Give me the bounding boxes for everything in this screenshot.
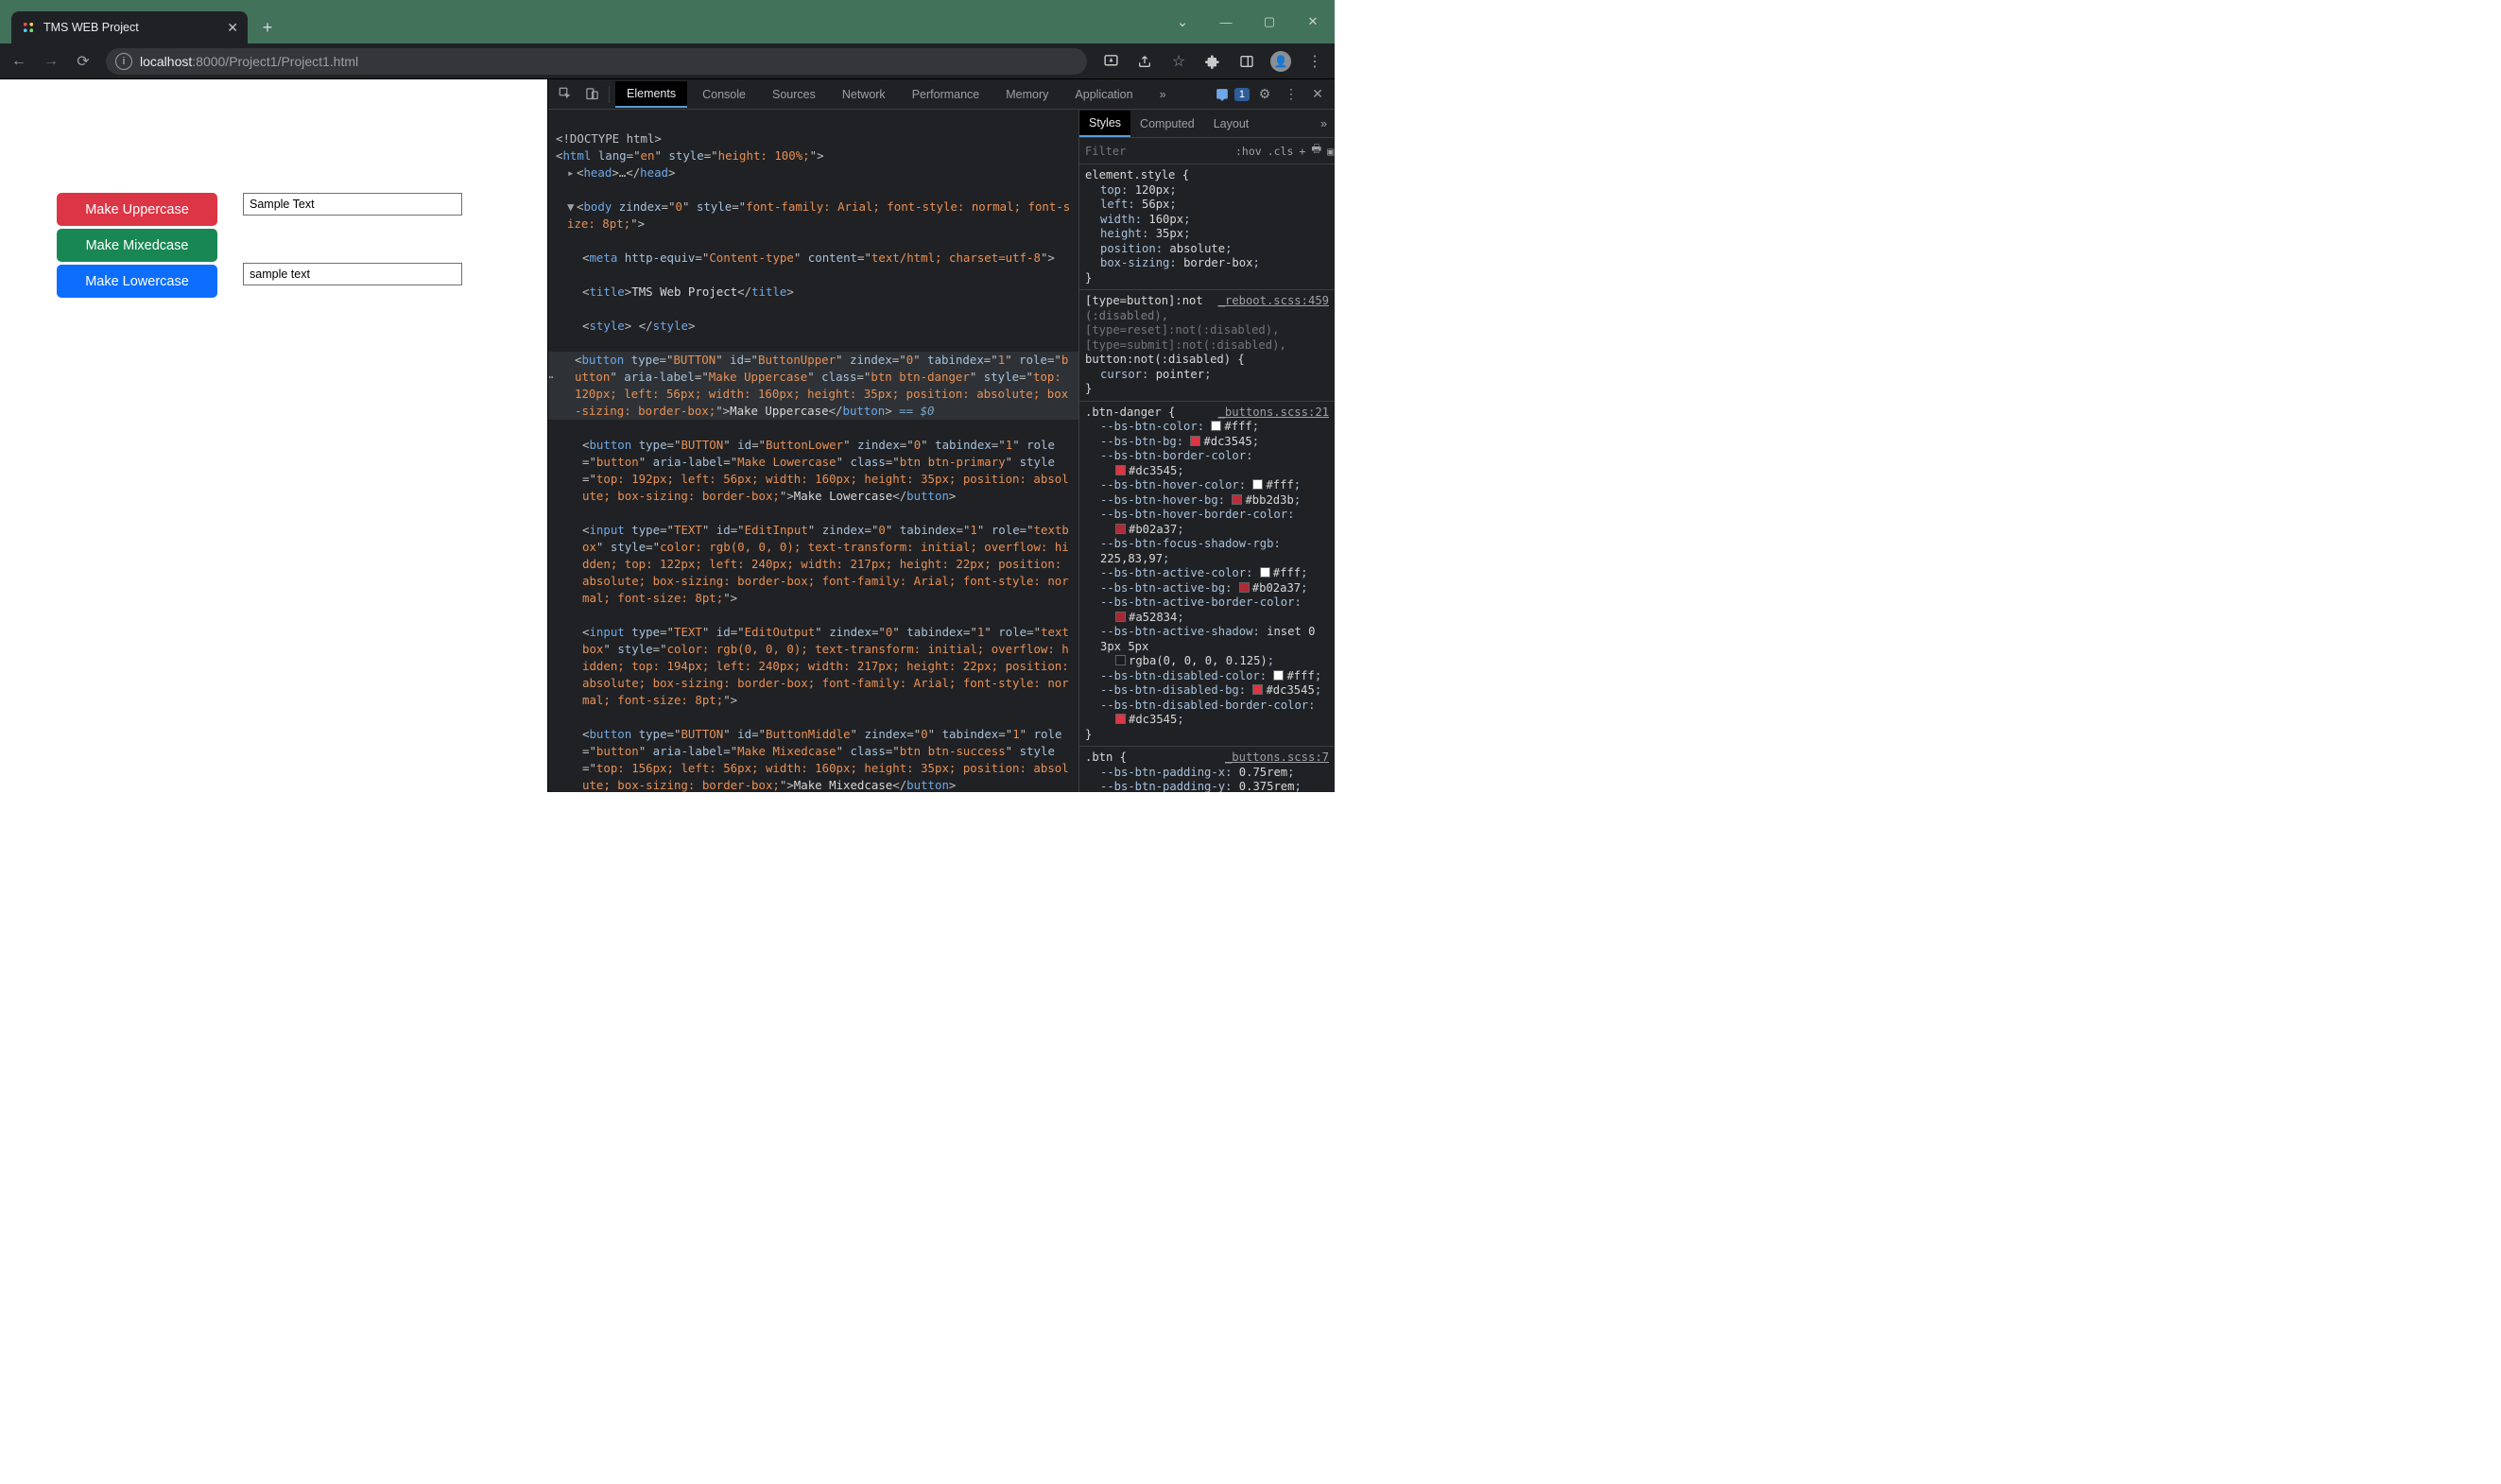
bookmark-star-icon[interactable]: ☆ xyxy=(1168,52,1189,71)
devtools-tab-elements[interactable]: Elements xyxy=(615,81,687,108)
browser-menu-icon[interactable]: ⋮ xyxy=(1304,52,1325,71)
tab-close-icon[interactable]: ✕ xyxy=(227,20,238,36)
site-info-icon[interactable]: i xyxy=(115,53,132,70)
rendered-page: Make Uppercase Make Mixedcase Make Lower… xyxy=(0,79,548,792)
devtools-elements-tree[interactable]: <!DOCTYPE html> <html lang="en" style="h… xyxy=(548,110,1078,792)
make-lowercase-button[interactable]: Make Lowercase xyxy=(57,265,217,298)
devtools-tab-performance[interactable]: Performance xyxy=(901,82,992,107)
devtools-tab-sources[interactable]: Sources xyxy=(761,82,827,107)
styles-box-model-icon[interactable]: ▣ xyxy=(1327,145,1334,158)
tab-title: TMS WEB Project xyxy=(43,21,139,34)
edit-input-field[interactable] xyxy=(243,193,462,216)
profile-avatar[interactable]: 👤 xyxy=(1270,51,1291,72)
address-bar[interactable]: i localhost:8000/Project1/Project1.html xyxy=(106,48,1087,75)
new-tab-button[interactable]: + xyxy=(253,13,282,42)
make-mixedcase-button[interactable]: Make Mixedcase xyxy=(57,229,217,262)
device-toolbar-icon[interactable] xyxy=(580,83,603,106)
styles-filter-input[interactable] xyxy=(1085,145,1230,158)
devtools-tab-more[interactable]: » xyxy=(1148,82,1178,107)
styles-new-rule-icon[interactable]: + xyxy=(1299,145,1305,158)
edit-output-field[interactable] xyxy=(243,263,462,285)
extensions-icon[interactable] xyxy=(1202,54,1223,69)
devtools-tab-memory[interactable]: Memory xyxy=(994,82,1060,107)
devtools-styles-pane: Styles Computed Layout » :hov .cls + 🖶 ▣… xyxy=(1078,110,1335,792)
dom-selected-node[interactable]: <button type="BUTTON" id="ButtonUpper" z… xyxy=(548,352,1078,420)
devtools-toolbar: Elements Console Sources Network Perform… xyxy=(548,79,1335,110)
browser-tab[interactable]: TMS WEB Project ✕ xyxy=(11,11,248,43)
devtools-menu-icon[interactable]: ⋮ xyxy=(1280,86,1302,102)
inspect-element-icon[interactable] xyxy=(554,83,577,106)
styles-tab-computed[interactable]: Computed xyxy=(1130,112,1204,136)
devtools-tab-console[interactable]: Console xyxy=(691,82,757,107)
devtools-panel: Elements Console Sources Network Perform… xyxy=(548,79,1335,792)
window-caret-icon[interactable]: ⌄ xyxy=(1161,0,1204,43)
window-minimize-icon[interactable]: — xyxy=(1204,0,1248,43)
styles-tab-more[interactable]: » xyxy=(1311,112,1335,136)
make-uppercase-button[interactable]: Make Uppercase xyxy=(57,193,217,226)
nav-forward-icon[interactable]: → xyxy=(42,53,60,70)
window-close-icon[interactable]: ✕ xyxy=(1291,0,1335,43)
styles-hov-toggle[interactable]: :hov xyxy=(1235,145,1262,158)
styles-print-icon[interactable]: 🖶 xyxy=(1311,142,1321,160)
devtools-tab-network[interactable]: Network xyxy=(831,82,897,107)
sidepanel-icon[interactable] xyxy=(1236,54,1257,69)
nav-reload-icon[interactable]: ⟳ xyxy=(74,52,93,71)
styles-rules-list[interactable]: element.style { top: 120px; left: 56px; … xyxy=(1079,164,1335,792)
browser-toolbar: ← → ⟳ i localhost:8000/Project1/Project1… xyxy=(0,43,1335,79)
install-app-icon[interactable] xyxy=(1100,53,1121,69)
devtools-tab-application[interactable]: Application xyxy=(1063,82,1144,107)
url-text: localhost:8000/Project1/Project1.html xyxy=(140,54,358,69)
nav-back-icon[interactable]: ← xyxy=(9,53,28,70)
styles-tab-layout[interactable]: Layout xyxy=(1204,112,1259,136)
tab-favicon xyxy=(21,20,36,35)
devtools-settings-icon[interactable]: ⚙ xyxy=(1253,86,1276,102)
share-icon[interactable] xyxy=(1134,54,1155,69)
styles-tab-styles[interactable]: Styles xyxy=(1079,111,1130,137)
dom-doctype: <!DOCTYPE html> xyxy=(556,131,662,146)
browser-titlebar: TMS WEB Project ✕ + ⌄ — ▢ ✕ xyxy=(0,0,1335,43)
devtools-issues-button[interactable]: 1 xyxy=(1216,88,1250,101)
devtools-close-icon[interactable]: ✕ xyxy=(1306,86,1329,102)
window-maximize-icon[interactable]: ▢ xyxy=(1248,0,1291,43)
styles-cls-toggle[interactable]: .cls xyxy=(1268,145,1294,158)
